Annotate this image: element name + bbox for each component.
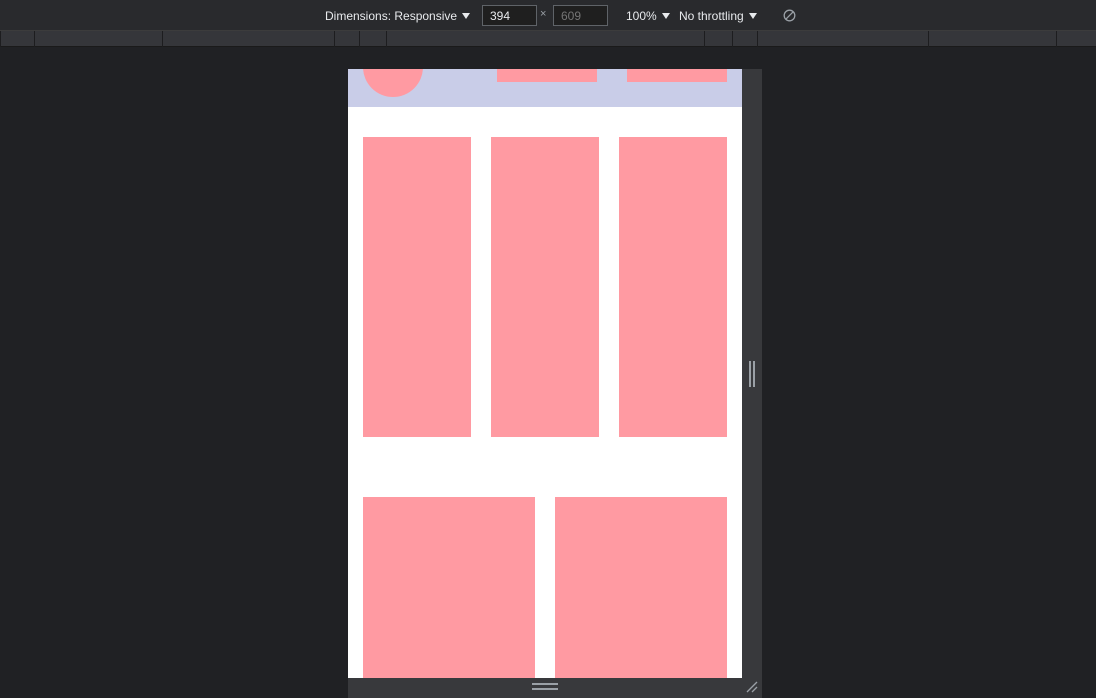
ruler-segment[interactable] — [0, 31, 1, 47]
zoom-dropdown[interactable]: 100% — [626, 0, 670, 31]
ruler-segment[interactable] — [928, 31, 929, 47]
chevron-down-icon — [748, 12, 757, 19]
ruler-segment[interactable] — [334, 31, 335, 47]
ruler-segment[interactable] — [1056, 31, 1057, 47]
device-toolbar: Dimensions: Responsive × 100% No throttl… — [0, 0, 1096, 31]
zoom-label: 100% — [626, 8, 657, 23]
card-row2-2 — [555, 497, 727, 678]
ruler-segment[interactable] — [704, 31, 705, 47]
throttling-dropdown[interactable]: No throttling — [679, 0, 757, 31]
page-header — [348, 69, 742, 107]
logo-icon[interactable] — [363, 69, 423, 97]
page-viewport — [348, 69, 742, 678]
dimensions-dropdown[interactable]: Dimensions: Responsive — [325, 0, 471, 31]
ruler-segment[interactable] — [162, 31, 163, 47]
chevron-down-icon — [462, 12, 471, 19]
media-query-ruler[interactable] — [0, 31, 1096, 47]
nav-item-2[interactable] — [627, 69, 727, 82]
width-input[interactable] — [482, 5, 537, 26]
height-input[interactable] — [553, 5, 608, 26]
ruler-segment[interactable] — [757, 31, 758, 47]
ruler-segment[interactable] — [732, 31, 733, 47]
dimensions-label: Dimensions: Responsive — [325, 8, 458, 23]
throttling-label: No throttling — [679, 8, 744, 23]
card-row2-1 — [363, 497, 535, 678]
card-row1-2 — [491, 137, 599, 437]
chevron-down-icon — [661, 12, 670, 19]
card-row1-3 — [619, 137, 727, 437]
resize-handle-bottom[interactable] — [532, 683, 558, 690]
card-row1-1 — [363, 137, 471, 437]
device-frame — [348, 69, 762, 698]
resize-handle-right[interactable] — [749, 361, 755, 387]
resize-handle-corner-icon[interactable] — [746, 681, 758, 693]
nav-item-1[interactable] — [497, 69, 597, 82]
ruler-segment[interactable] — [359, 31, 360, 47]
rotate-disabled-icon[interactable] — [783, 9, 796, 22]
ruler-segment[interactable] — [386, 31, 387, 47]
times-separator: × — [540, 8, 547, 20]
ruler-segment[interactable] — [34, 31, 35, 47]
